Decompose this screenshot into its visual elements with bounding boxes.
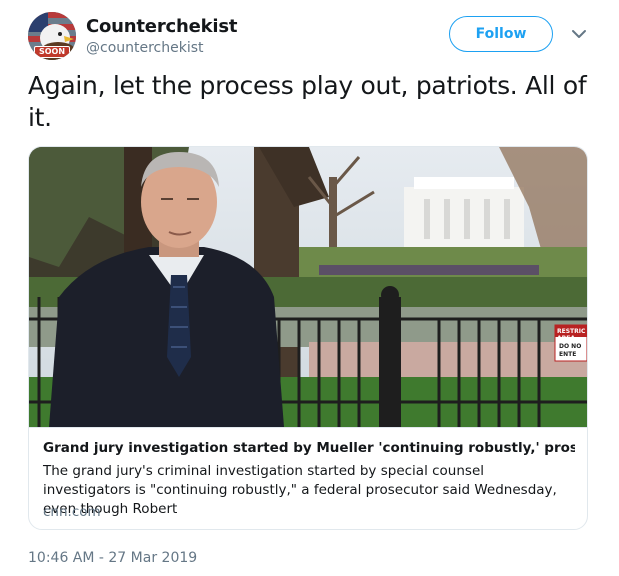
sign-line-4: ENTE [559, 351, 576, 358]
card-body[interactable]: Grand jury investigation started by Muel… [29, 427, 587, 529]
tweet-timestamp[interactable]: 10:46 AM - 27 Mar 2019 [28, 550, 197, 566]
card-title[interactable]: Grand jury investigation started by Muel… [43, 440, 575, 456]
follow-button[interactable]: Follow [449, 16, 553, 52]
author-display-name[interactable]: Counterchekist [86, 16, 237, 37]
tweet-text: Again, let the process play out, patriot… [28, 71, 587, 132]
author-handle[interactable]: @counterchekist [86, 40, 204, 56]
card-domain: cnn.com [43, 504, 101, 520]
sign-line-1: RESTRIC [557, 328, 586, 335]
card-photo: RESTRIC AREA DO NO ENTE [29, 147, 587, 427]
chevron-down-icon [572, 30, 586, 38]
tweet-menu-button[interactable] [570, 26, 588, 42]
author-avatar[interactable]: SOON [28, 12, 76, 60]
link-card[interactable]: RESTRIC AREA DO NO ENTE Grand jury inves… [28, 146, 588, 530]
sign-line-2: AREA [557, 335, 575, 342]
sign-line-3: DO NO [559, 343, 581, 350]
avatar-badge: SOON [34, 46, 70, 58]
card-description: The grand jury's criminal investigation … [43, 463, 557, 517]
